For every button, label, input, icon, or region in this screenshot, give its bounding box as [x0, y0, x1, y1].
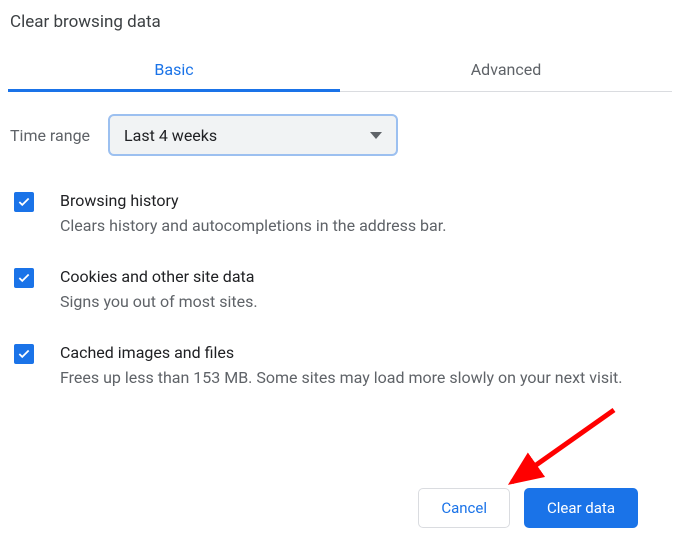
option-cache: Cached images and files Frees up less th… [10, 328, 670, 404]
option-title: Cached images and files [60, 342, 622, 364]
check-icon [17, 271, 31, 285]
option-text: Cookies and other site data Signs you ou… [60, 266, 258, 314]
dialog-actions: Cancel Clear data [418, 488, 638, 528]
option-title: Cookies and other site data [60, 266, 258, 288]
option-title: Browsing history [60, 190, 446, 212]
chevron-down-icon [370, 132, 382, 139]
check-icon [17, 347, 31, 361]
clear-browsing-data-dialog: Clear browsing data Basic Advanced Time … [0, 0, 680, 404]
time-range-label: Time range [10, 126, 90, 145]
checkbox-cookies[interactable] [14, 268, 34, 288]
tab-advanced[interactable]: Advanced [340, 48, 672, 91]
options-list: Browsing history Clears history and auto… [8, 168, 672, 404]
option-desc: Signs you out of most sites. [60, 290, 258, 314]
tabs: Basic Advanced [8, 48, 672, 92]
option-cookies: Cookies and other site data Signs you ou… [10, 252, 670, 328]
checkbox-browsing-history[interactable] [14, 192, 34, 212]
option-text: Browsing history Clears history and auto… [60, 190, 446, 238]
annotation-arrow-icon [494, 404, 624, 494]
checkbox-cache[interactable] [14, 344, 34, 364]
time-range-value: Last 4 weeks [124, 126, 217, 145]
option-browsing-history: Browsing history Clears history and auto… [10, 176, 670, 252]
time-range-row: Time range Last 4 weeks [8, 92, 672, 168]
cancel-button[interactable]: Cancel [418, 488, 510, 528]
option-text: Cached images and files Frees up less th… [60, 342, 622, 390]
check-icon [17, 195, 31, 209]
tab-basic[interactable]: Basic [8, 48, 340, 91]
option-desc: Frees up less than 153 MB. Some sites ma… [60, 366, 622, 390]
dialog-title: Clear browsing data [8, 8, 672, 48]
option-desc: Clears history and autocompletions in th… [60, 214, 446, 238]
time-range-select[interactable]: Last 4 weeks [108, 114, 398, 156]
clear-data-button[interactable]: Clear data [524, 488, 638, 528]
